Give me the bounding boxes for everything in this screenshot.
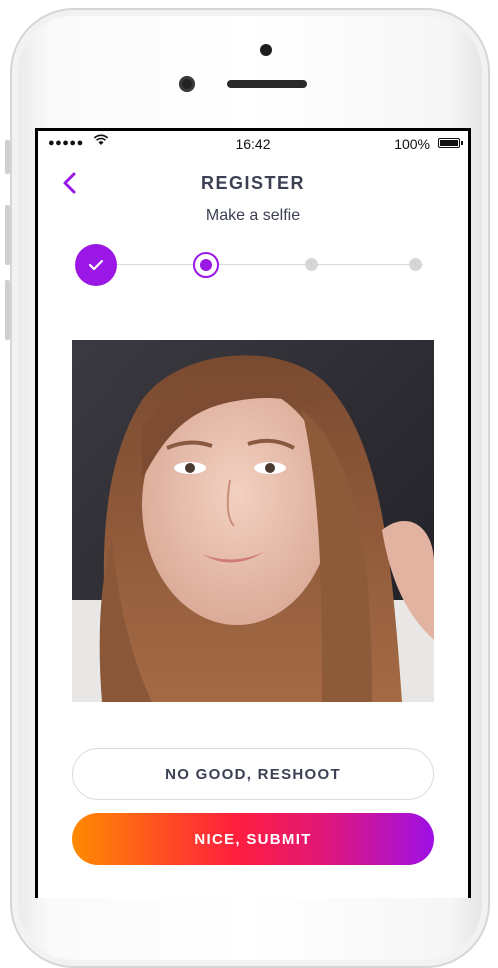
checkmark-icon [88,259,104,271]
submit-button[interactable]: NICE, SUBMIT [72,813,434,865]
progress-stepper [38,243,468,287]
app-screen: ●●●●● 16:42 100% REGISTER Make a selfie [38,131,468,898]
proximity-sensor [260,44,272,56]
step-4-pending [409,258,422,271]
battery-icon [438,138,463,148]
step-2-current [193,252,219,278]
reshoot-button[interactable]: NO GOOD, RESHOOT [72,748,434,800]
page-subtitle: Make a selfie [205,207,301,224]
mute-switch [5,140,10,174]
earpiece-speaker [227,80,307,88]
battery-percentage: 100% [394,136,430,152]
volume-up-button [5,205,10,265]
volume-down-button [5,280,10,340]
selfie-image [72,340,434,702]
step-1-completed [75,244,117,286]
front-camera [179,76,195,92]
step-3-pending [305,258,318,271]
phone-screen: ●●●●● 16:42 100% REGISTER Make a selfie [35,128,471,898]
stepper-track [113,264,423,265]
selfie-photo [72,340,434,702]
page-title: REGISTER [200,173,305,193]
status-bar: ●●●●● 16:42 100% [38,131,468,153]
